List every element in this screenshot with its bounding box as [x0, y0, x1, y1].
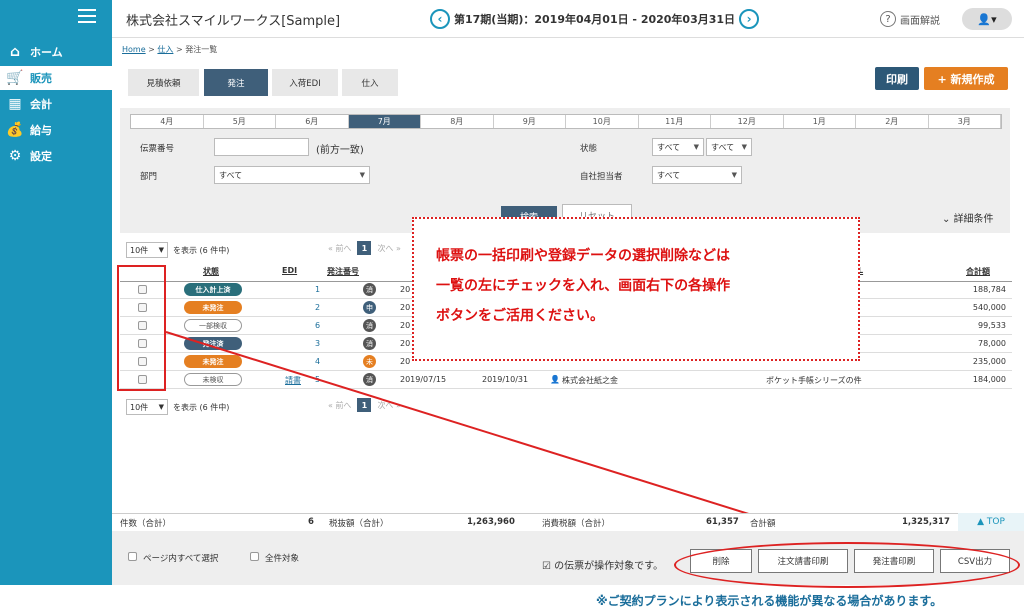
checked-icon: ☑	[542, 561, 555, 572]
total-label: 合計額	[750, 519, 776, 529]
count-value: 6	[308, 517, 314, 527]
tip-line-3: ボタンをご活用ください。	[436, 308, 604, 324]
tip-line-1: 帳票の一括印刷や登録データの選択削除などは	[436, 248, 730, 264]
total-value: 1,325,317	[902, 517, 950, 527]
excl-tax-label: 税抜額（合計）	[329, 519, 389, 529]
tip-line-2: 一覧の左にチェックを入れ、画面右下の各操作	[436, 278, 731, 294]
tip-overlay: 帳票の一括印刷や登録データの選択削除などは 一覧の左にチェックを入れ、画面右下の…	[412, 217, 860, 361]
back-to-top-button[interactable]: ▲ TOP	[958, 513, 1024, 531]
tax-value: 61,357	[706, 517, 739, 527]
buttons-highlight-ellipse	[674, 542, 1020, 588]
excl-tax-value: 1,263,960	[467, 517, 515, 527]
select-page-checkbox[interactable]	[128, 552, 137, 561]
tax-label: 消費税額（合計）	[542, 519, 611, 529]
count-label: 件数（合計）	[120, 519, 172, 529]
totals-bar: 件数（合計） 6 税抜額（合計） 1,263,960 消費税額（合計） 61,3…	[112, 513, 1024, 531]
select-all-checkbox[interactable]	[250, 552, 259, 561]
plan-note: ※ご契約プランにより表示される機能が異なる場合があります。	[596, 594, 943, 608]
select-page-label: ページ内すべて選択	[143, 554, 219, 564]
operation-target-text: ☑ の伝票が操作対象です。	[542, 561, 664, 572]
select-all-label: 全件対象	[265, 554, 300, 564]
